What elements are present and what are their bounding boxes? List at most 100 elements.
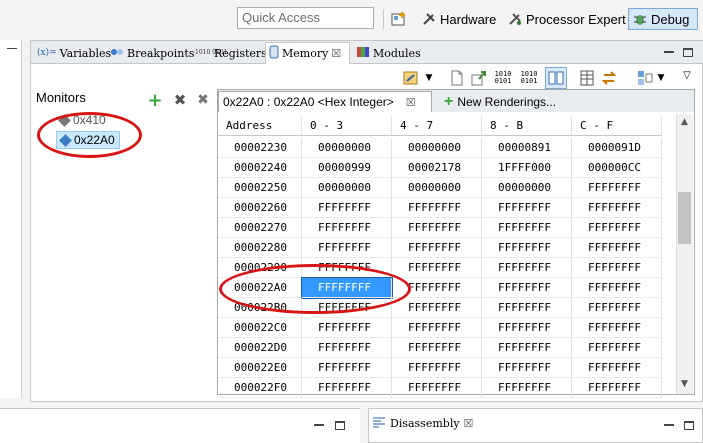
scroll-down-icon[interactable]: ▼ [677, 378, 692, 390]
memory-value-cell[interactable]: FFFFFFFF [482, 378, 572, 398]
memory-value-cell[interactable]: FFFFFFFF [572, 178, 662, 198]
export-icon[interactable] [470, 69, 488, 87]
add-monitor-icon[interactable]: + [147, 90, 163, 111]
column-header[interactable]: 4 - 7 [392, 116, 482, 136]
memory-value-cell[interactable]: FFFFFFFF [482, 218, 572, 238]
memory-value-cell[interactable]: FFFFFFFF [302, 258, 392, 278]
memory-value-cell[interactable]: 00000000 [392, 178, 482, 198]
view-menu-icon[interactable]: ▽ [680, 68, 694, 82]
memory-value-cell[interactable]: FFFFFFFF [302, 318, 392, 338]
memory-value-cell[interactable]: FFFFFFFF [302, 198, 392, 218]
memory-value-cell[interactable]: 00000000 [302, 138, 392, 158]
memory-value-cell[interactable]: FFFFFFFF [392, 238, 482, 258]
remove-monitor-icon[interactable]: ✖ [172, 91, 188, 109]
memory-value-cell[interactable]: FFFFFFFF [572, 358, 662, 378]
memory-value-cell[interactable]: FFFFFFFF [302, 218, 392, 238]
remove-all-monitors-icon[interactable]: ✖ [194, 92, 212, 108]
memory-value-cell[interactable]: FFFFFFFF [392, 198, 482, 218]
memory-value-cell[interactable]: FFFFFFFF [392, 218, 482, 238]
memory-value-cell[interactable]: FFFFFFFF [392, 278, 482, 298]
memory-value-cell[interactable]: FFFFFFFF [392, 258, 482, 278]
memory-value-cell[interactable]: FFFFFFFF [301, 277, 393, 299]
memory-value-cell[interactable]: 00000000 [302, 178, 392, 198]
memory-value-cell[interactable]: FFFFFFFF [572, 378, 662, 398]
memory-value-cell[interactable]: FFFFFFFF [482, 298, 572, 318]
memory-value-cell[interactable]: FFFFFFFF [482, 318, 572, 338]
tab-registers[interactable]: 1010 0101 Registers [192, 43, 270, 63]
scrollbar-thumb[interactable] [678, 192, 691, 244]
memory-value-cell[interactable]: FFFFFFFF [392, 378, 482, 398]
import-binary-icon[interactable]: 1010 0101 [492, 69, 514, 87]
maximize-view-icon[interactable] [681, 45, 695, 59]
quick-access-input[interactable]: Quick Access [237, 7, 374, 29]
memory-value-cell[interactable]: FFFFFFFF [572, 218, 662, 238]
memory-value-cell[interactable]: FFFFFFFF [572, 238, 662, 258]
memory-value-cell[interactable]: 000000CC [572, 158, 662, 178]
memory-value-cell[interactable]: FFFFFFFF [572, 298, 662, 318]
memory-value-cell[interactable]: FFFFFFFF [572, 198, 662, 218]
memory-value-cell[interactable]: FFFFFFFF [302, 378, 392, 398]
tab-modules[interactable]: Modules [353, 43, 424, 63]
scroll-up-icon[interactable]: ▲ [677, 116, 692, 128]
column-header[interactable]: 0 - 3 [302, 116, 392, 136]
toggle-split-pane-icon[interactable] [545, 67, 567, 89]
tab-rendering-hex[interactable]: 0x22A0 : 0x22A0 <Hex Integer> ☒ [218, 91, 432, 112]
memory-value-cell[interactable]: FFFFFFFF [482, 238, 572, 258]
debug-perspective-button[interactable]: Debug [628, 8, 698, 30]
memory-value-cell[interactable]: FFFFFFFF [392, 358, 482, 378]
minimize-view-icon[interactable] [662, 45, 676, 59]
format-icon[interactable] [636, 69, 654, 87]
link-icon[interactable] [402, 69, 420, 87]
table-rendering-icon[interactable] [578, 69, 596, 87]
memory-value-cell[interactable]: FFFFFFFF [482, 198, 572, 218]
monitor-item-selected[interactable]: 0x22A0 [56, 131, 120, 149]
monitor-item[interactable]: 0x410 [58, 113, 106, 127]
minimize-bottom-right-icon[interactable] [662, 418, 676, 432]
memory-value-cell[interactable]: FFFFFFFF [482, 358, 572, 378]
tab-new-renderings[interactable]: + New Renderings... [440, 91, 560, 112]
memory-value-cell[interactable]: FFFFFFFF [572, 338, 662, 358]
memory-value-cell[interactable]: 00002178 [392, 158, 482, 178]
tab-variables[interactable]: (x)= Variables [34, 43, 114, 63]
memory-value-cell[interactable]: FFFFFFFF [302, 358, 392, 378]
vertical-scrollbar[interactable] [676, 114, 693, 394]
close-icon[interactable]: ☒ [406, 96, 416, 109]
tab-memory[interactable]: Memory ☒ [265, 42, 350, 64]
memory-value-cell[interactable]: FFFFFFFF [392, 298, 482, 318]
memory-value-cell[interactable]: FFFFFFFF [482, 258, 572, 278]
tab-disassembly[interactable]: Disassembly ☒ [372, 412, 474, 434]
memory-value-cell[interactable]: 0000091D [572, 138, 662, 158]
tab-breakpoints[interactable]: Breakpoints [107, 43, 197, 63]
close-icon[interactable]: ☒ [464, 417, 474, 430]
export-binary-icon[interactable]: 1010 0101 [518, 69, 540, 87]
memory-value-cell[interactable]: 00000000 [392, 138, 482, 158]
memory-value-cell[interactable]: FFFFFFFF [302, 298, 392, 318]
memory-value-cell[interactable]: FFFFFFFF [482, 338, 572, 358]
memory-value-cell[interactable]: FFFFFFFF [392, 338, 482, 358]
maximize-bottom-left-icon[interactable] [333, 418, 347, 432]
close-icon[interactable]: ☒ [331, 47, 341, 60]
format-menu-chevron-icon[interactable]: ▼ [656, 70, 666, 86]
new-memory-view-icon[interactable] [448, 69, 466, 87]
memory-value-cell[interactable]: 00000891 [482, 138, 572, 158]
sync-icon[interactable] [600, 69, 618, 87]
memory-value-cell[interactable]: 00000999 [302, 158, 392, 178]
memory-value-cell[interactable]: FFFFFFFF [302, 238, 392, 258]
memory-value-cell[interactable]: 00000000 [482, 178, 572, 198]
column-header[interactable]: Address [218, 116, 302, 136]
memory-value-cell[interactable]: FFFFFFFF [392, 318, 482, 338]
minimize-bottom-left-icon[interactable] [312, 418, 326, 432]
memory-value-cell[interactable]: FFFFFFFF [572, 258, 662, 278]
memory-value-cell[interactable]: FFFFFFFF [572, 278, 662, 298]
memory-value-cell[interactable]: FFFFFFFF [572, 318, 662, 338]
left-panel-minimize-icon[interactable] [7, 48, 17, 49]
memory-value-cell[interactable]: FFFFFFFF [482, 278, 572, 298]
hardware-perspective-button[interactable]: Hardware [418, 8, 500, 30]
memory-value-cell[interactable]: 1FFFF000 [482, 158, 572, 178]
open-perspective-icon[interactable] [390, 10, 408, 28]
column-header[interactable]: 8 - B [482, 116, 572, 136]
memory-value-cell[interactable]: FFFFFFFF [302, 338, 392, 358]
processor-expert-perspective-button[interactable]: Processor Expert [504, 8, 630, 30]
maximize-bottom-right-icon[interactable] [682, 418, 696, 432]
column-header[interactable]: C - F [572, 116, 662, 136]
